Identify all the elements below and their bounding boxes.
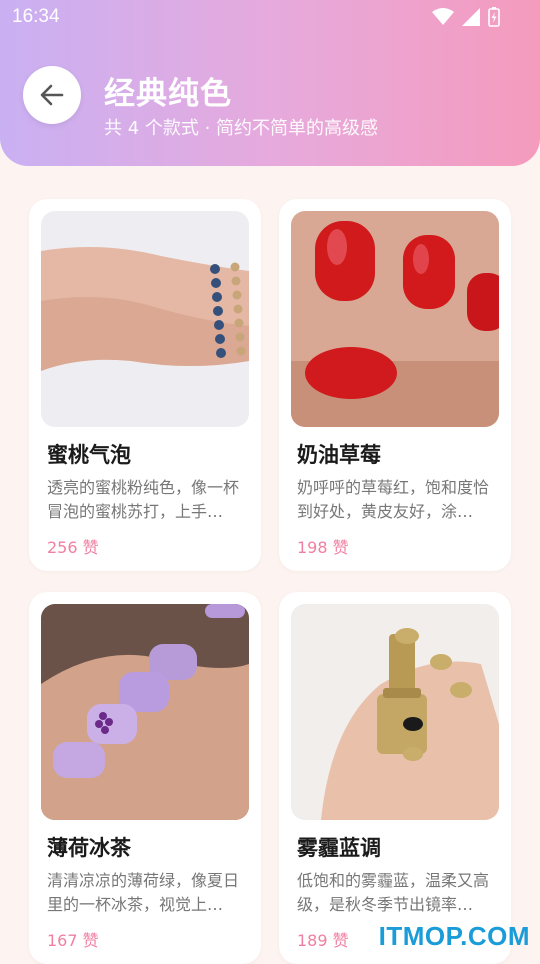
card-image — [41, 604, 249, 820]
battery-icon — [488, 7, 500, 27]
back-button[interactable] — [23, 66, 81, 124]
style-card[interactable]: 雾霾蓝调 低饱和的雾霾蓝，温柔又高级，是秋冬季节出镜率… 189 赞 — [279, 592, 511, 964]
card-description: 低饱和的雾霾蓝，温柔又高级，是秋冬季节出镜率… — [297, 871, 490, 914]
card-likes: 256 赞 — [47, 538, 99, 557]
style-card[interactable]: 蜜桃气泡 透亮的蜜桃粉纯色，像一杯冒泡的蜜桃苏打，上手… 256 赞 — [29, 199, 261, 571]
card-image — [291, 211, 499, 427]
watermark: ITMOP.COM — [378, 921, 530, 951]
page-subtitle: 共 4 个款式 · 简约不简单的高级感 — [104, 118, 379, 139]
card-description: 清清凉凉的薄荷绿，像夏日里的一杯冰茶，视觉上… — [47, 871, 240, 914]
page-title: 经典纯色 — [104, 76, 232, 112]
card-description: 奶呼呼的草莓红，饱和度恰到好处，黄皮友好，涂… — [297, 478, 490, 521]
card-title: 雾霾蓝调 — [297, 836, 381, 860]
card-image — [291, 604, 499, 820]
wifi-icon — [432, 8, 454, 25]
status-time: 16:34 — [12, 6, 60, 27]
signal-icon — [462, 8, 480, 26]
arrow-left-icon — [40, 84, 64, 106]
card-likes: 167 赞 — [47, 931, 99, 950]
status-icons — [432, 7, 500, 27]
style-card[interactable]: 奶油草莓 奶呼呼的草莓红，饱和度恰到好处，黄皮友好，涂… 198 赞 — [279, 199, 511, 571]
card-likes: 189 赞 — [297, 931, 349, 950]
card-title: 薄荷冰茶 — [47, 836, 131, 860]
card-description: 透亮的蜜桃粉纯色，像一杯冒泡的蜜桃苏打，上手… — [47, 478, 240, 521]
style-card[interactable]: 薄荷冰茶 清清凉凉的薄荷绿，像夏日里的一杯冰茶，视觉上… 167 赞 — [29, 592, 261, 964]
card-title: 蜜桃气泡 — [47, 443, 131, 467]
card-likes: 198 赞 — [297, 538, 349, 557]
status-bar: 16:34 — [0, 0, 540, 34]
card-image — [41, 211, 249, 427]
card-title: 奶油草莓 — [297, 443, 381, 467]
